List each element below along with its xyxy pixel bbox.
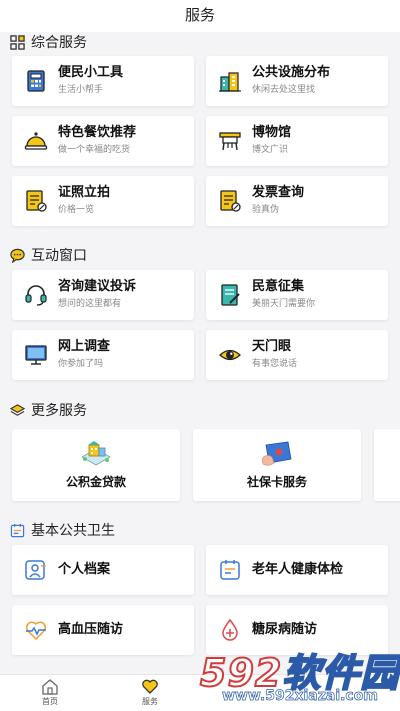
watermark-url: www.592xiazai.com — [222, 688, 379, 705]
heart-icon — [142, 679, 158, 694]
card-title: 特色餐饮推荐 — [58, 125, 137, 140]
personal-file-icon — [25, 560, 46, 580]
card-title: 高血压随访 — [58, 622, 124, 637]
card-title: 社保卡服务 — [246, 475, 307, 489]
card-more-partial[interactable] — [374, 429, 400, 501]
tab-label: 服务 — [142, 697, 158, 706]
card-id-photo[interactable]: 证照立拍 价格一览 — [12, 176, 194, 226]
card-hypertension-followup[interactable]: 高血压随访 — [12, 605, 194, 655]
card-social-security[interactable]: 社保卡服务 — [193, 429, 361, 501]
card-title: 网上调查 — [58, 339, 111, 354]
section-header-health: 基本公共卫生 — [10, 520, 115, 540]
card-elderly-checkup[interactable]: 老年人健康体检 — [206, 545, 388, 595]
card-title: 发票查询 — [252, 185, 305, 200]
card-invoice-query[interactable]: 发票查询 验真伪 — [206, 176, 388, 226]
card-subtitle: 价格一览 — [58, 205, 95, 215]
section-title: 互动窗口 — [31, 248, 87, 264]
card-title: 博物馆 — [252, 125, 292, 140]
home-icon — [42, 679, 58, 695]
card-title: 便民小工具 — [58, 65, 124, 80]
card-subtitle: 美丽天门需要你 — [252, 299, 316, 309]
section-title: 综合服务 — [31, 35, 87, 51]
section-header-more: 更多服务 — [10, 400, 87, 420]
card-public-opinion[interactable]: 民意征集 美丽天门需要你 — [206, 270, 388, 320]
card-title: 民意征集 — [252, 279, 305, 294]
calendar-checkup-icon — [220, 560, 240, 580]
calendar-list-icon — [10, 523, 25, 537]
card-online-survey[interactable]: 网上调查 你参加了吗 — [12, 330, 194, 380]
card-title: 老年人健康体检 — [252, 562, 344, 577]
card-subtitle: 休闲去处这里找 — [252, 85, 316, 95]
watermark-overlay: 592软件园 www.592xiazai.com — [196, 640, 400, 711]
social-security-card-icon — [261, 441, 292, 466]
notebook-pen-icon — [221, 284, 240, 306]
card-subtitle: 做一个幸福的吃货 — [58, 145, 131, 155]
tab-home[interactable]: 首页 — [0, 675, 100, 711]
card-subtitle: 想问的这里都有 — [58, 299, 122, 309]
dining-cloche-icon — [24, 132, 48, 150]
headset-icon — [25, 285, 47, 306]
services-scroll-area[interactable]: 综合服务 便民小工具 生活小帮手 公共设施分布 休闲去处这里找 特色餐饮推荐 做… — [0, 32, 400, 674]
facility-building-icon — [219, 72, 241, 92]
tab-label: 首页 — [42, 697, 58, 706]
monitor-icon — [25, 345, 47, 365]
housing-fund-icon — [81, 441, 111, 466]
card-subtitle: 博文广识 — [252, 145, 289, 155]
calculator-icon — [27, 70, 45, 92]
card-museum[interactable]: 博物馆 博文广识 — [206, 116, 388, 166]
card-subtitle: 有事您说话 — [252, 359, 298, 369]
card-housing-fund-loan[interactable]: 公积金贷款 — [12, 429, 180, 501]
section-header-interactive: 互动窗口 — [10, 245, 87, 265]
layers-icon — [10, 403, 25, 416]
card-tianmen-eye[interactable]: 天门眼 有事您说话 — [206, 330, 388, 380]
museum-icon — [219, 132, 241, 151]
card-title: 咨询建议投诉 — [58, 279, 137, 294]
card-title: 公积金贷款 — [65, 475, 126, 489]
card-title: 个人档案 — [58, 562, 111, 577]
section-title: 基本公共卫生 — [31, 523, 115, 539]
card-title: 糖尿病随访 — [252, 622, 318, 637]
page-title: 服务 — [184, 6, 215, 24]
chat-bubble-icon — [10, 248, 25, 263]
card-title: 天门眼 — [252, 339, 292, 354]
blood-drop-icon — [222, 618, 238, 641]
invoice-icon — [220, 190, 241, 212]
card-subtitle: 验真伪 — [252, 205, 280, 215]
section-header-comprehensive: 综合服务 — [10, 32, 87, 52]
card-subtitle: 生活小帮手 — [58, 85, 104, 95]
card-title: 公共设施分布 — [252, 65, 331, 80]
tab-service[interactable]: 服务 — [100, 675, 200, 711]
card-personal-file[interactable]: 个人档案 — [12, 545, 194, 595]
card-subtitle: 你参加了吗 — [58, 359, 104, 369]
card-consult-complaint[interactable]: 咨询建议投诉 想问的这里都有 — [12, 270, 194, 320]
card-dining-recommend[interactable]: 特色餐饮推荐 做一个幸福的吃货 — [12, 116, 194, 166]
document-stamp-icon — [26, 190, 47, 212]
card-convenience-tools[interactable]: 便民小工具 生活小帮手 — [12, 56, 194, 106]
section-title: 更多服务 — [31, 403, 87, 419]
card-public-facilities[interactable]: 公共设施分布 休闲去处这里找 — [206, 56, 388, 106]
page-title-bar: 服务 — [0, 0, 400, 32]
heartbeat-icon — [25, 621, 47, 641]
grid-icon — [10, 34, 25, 50]
card-title: 证照立拍 — [58, 185, 111, 200]
eye-icon — [219, 349, 241, 361]
